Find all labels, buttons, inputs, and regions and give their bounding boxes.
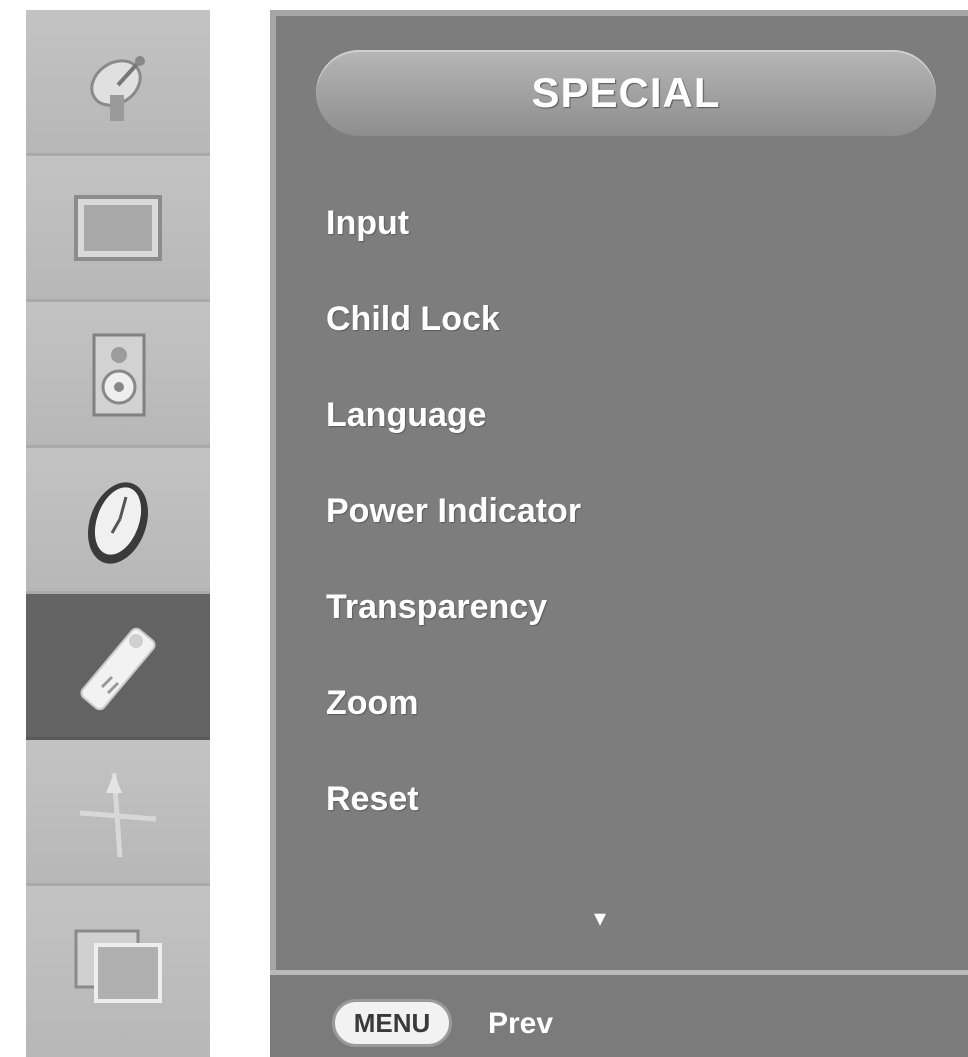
sidebar-item-screen[interactable] — [26, 740, 210, 886]
satellite-dish-icon — [90, 56, 145, 121]
menu-item-language[interactable]: Language — [326, 396, 487, 435]
sidebar-item-sound[interactable] — [26, 302, 210, 448]
sidebar-item-station[interactable] — [26, 10, 210, 156]
sidebar-item-picture[interactable] — [26, 156, 210, 302]
menu-item-transparency[interactable]: Transparency — [326, 588, 547, 627]
footer-bar: MENU Prev — [270, 970, 968, 1057]
cursor-crosshair-icon — [79, 772, 157, 858]
menu-item-power-indicator[interactable]: Power Indicator — [326, 492, 581, 531]
menu-item-child-lock[interactable]: Child Lock — [326, 300, 500, 339]
sidebar-item-time[interactable] — [26, 448, 210, 594]
menu-item-input[interactable]: Input — [326, 204, 409, 243]
picture-screen-icon — [74, 195, 162, 261]
speaker-icon — [92, 333, 146, 417]
footer-hint: Prev — [488, 1007, 554, 1040]
menu-title-bar: SPECIAL — [316, 50, 936, 136]
category-sidebar — [26, 10, 210, 1057]
menu-button[interactable]: MENU — [332, 999, 452, 1047]
scroll-down-indicator[interactable]: ▾ — [594, 904, 606, 933]
menu-item-reset[interactable]: Reset — [326, 780, 419, 819]
remote-control-icon — [80, 627, 156, 711]
sidebar-item-pip[interactable] — [26, 886, 210, 1057]
menu-item-zoom[interactable]: Zoom — [326, 684, 419, 723]
osd-screen: SPECIAL Input Child Lock Language Power … — [0, 0, 968, 1057]
clock-icon — [88, 482, 148, 564]
sidebar-item-special[interactable] — [26, 594, 210, 740]
menu-title: SPECIAL — [531, 69, 721, 116]
pip-screen-icon — [74, 929, 162, 1003]
special-menu-panel: SPECIAL Input Child Lock Language Power … — [270, 10, 968, 1057]
